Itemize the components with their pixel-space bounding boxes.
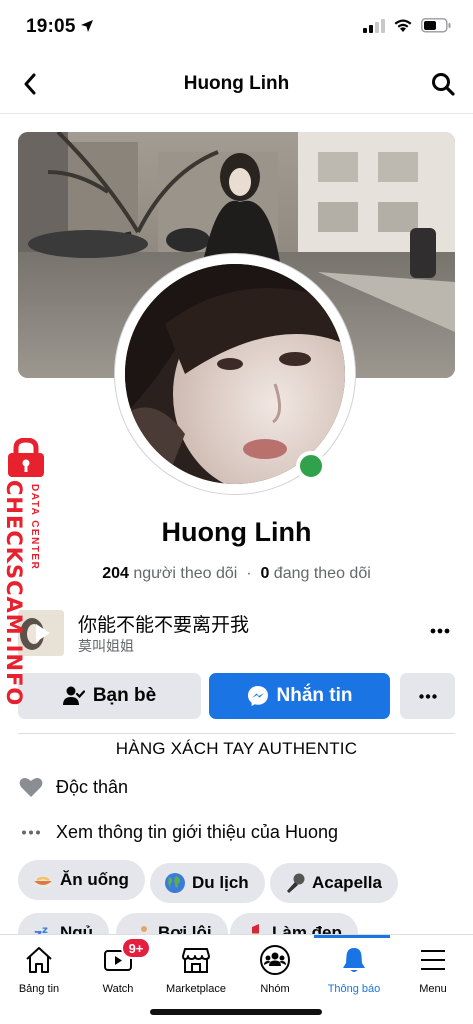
heart-icon — [18, 774, 44, 800]
home-indicator — [150, 1009, 322, 1015]
tab-notifications[interactable]: Thông báo — [315, 943, 393, 995]
more-horizontal-icon — [18, 819, 44, 845]
location-arrow-icon — [81, 20, 93, 32]
food-icon — [32, 869, 54, 891]
wifi-icon — [394, 19, 412, 32]
microphone-icon — [284, 872, 306, 894]
divider — [18, 733, 455, 734]
hobby-chip-food[interactable]: Ăn uống — [18, 860, 145, 900]
music-more-button[interactable] — [425, 616, 455, 646]
tab-groups[interactable]: Nhóm — [236, 943, 314, 995]
tab-label: Marketplace — [166, 983, 226, 995]
following-count: 0 — [260, 565, 270, 582]
active-tab-indicator — [314, 935, 390, 938]
hobby-label: Du lịch — [192, 873, 249, 892]
music-title: 你能不能不要离开我 — [78, 614, 250, 636]
tab-watch[interactable]: 9+ Watch — [79, 937, 157, 995]
hobby-label: Ăn uống — [60, 870, 129, 889]
page-title: Huong Linh — [183, 73, 290, 94]
following-label: đang theo dõi — [273, 565, 371, 582]
hobby-chip-acapella[interactable]: Acapella — [270, 863, 398, 903]
profile-music[interactable]: 你能不能不要离开我 莫叫姐姐 — [18, 606, 455, 656]
watermark-text: CHECKSCAM.INFO — [2, 480, 26, 707]
more-horizontal-icon — [430, 628, 450, 634]
lock-logo-icon — [8, 438, 44, 477]
see-about-text: Xem thông tin giới thiệu của Huong — [56, 821, 338, 842]
watch-icon: 9+ — [101, 937, 151, 977]
menu-icon — [416, 943, 450, 977]
tab-label: Bảng tin — [18, 983, 60, 995]
hobby-chip-travel[interactable]: Du lịch — [150, 863, 265, 903]
battery-icon — [421, 18, 451, 33]
relationship-status-row: Độc thân — [18, 774, 128, 800]
followers-label: người theo dõi — [133, 565, 238, 582]
watch-badge: 9+ — [121, 937, 151, 959]
followers-count: 204 — [102, 565, 129, 582]
checkscam-watermark: CHECKSCAM.INFO DATA CENTER — [0, 438, 52, 706]
more-horizontal-icon — [418, 693, 437, 699]
search-button[interactable] — [427, 68, 459, 100]
tab-label: Watch — [102, 983, 134, 995]
online-status-indicator — [296, 451, 326, 481]
music-artist: 莫叫姐姐 — [78, 639, 134, 655]
tab-label: Thông báo — [327, 983, 381, 995]
bell-icon — [337, 943, 371, 977]
profile-page: 19:05 Huong Linh Huong Linh 204 người th… — [0, 0, 473, 1024]
status-icons — [363, 18, 451, 33]
tab-menu[interactable]: Menu — [394, 943, 472, 995]
friends-button-label: Bạn bè — [92, 685, 157, 706]
tab-marketplace[interactable]: Marketplace — [157, 943, 235, 995]
tab-label: Menu — [419, 983, 447, 995]
nav-bar: Huong Linh — [0, 56, 473, 114]
groups-icon — [258, 943, 292, 977]
tab-label: Nhóm — [260, 983, 290, 995]
messenger-icon — [247, 686, 268, 706]
message-button[interactable]: Nhắn tin — [209, 673, 390, 719]
globe-icon — [164, 872, 186, 894]
watermark-subtext: DATA CENTER — [29, 484, 40, 571]
profile-name: Huong Linh — [161, 517, 312, 547]
home-icon — [22, 943, 56, 977]
see-about-row[interactable]: Xem thông tin giới thiệu của Huong — [18, 819, 338, 845]
marketplace-icon — [179, 943, 213, 977]
hobby-label: Acapella — [312, 873, 382, 892]
profile-more-button[interactable] — [400, 673, 455, 719]
profile-bio: HÀNG XÁCH TAY AUTHENTIC — [115, 739, 358, 758]
status-time: 19:05 — [26, 16, 76, 37]
friends-button[interactable]: Bạn bè — [18, 673, 201, 719]
cellular-signal-icon — [363, 18, 385, 33]
relationship-status: Độc thân — [56, 776, 129, 797]
tab-news-feed[interactable]: Bảng tin — [0, 943, 78, 995]
search-icon — [432, 73, 455, 96]
follow-stats[interactable]: 204 người theo dõi · 0 đang theo dõi — [0, 565, 473, 583]
friend-check-icon — [62, 686, 85, 705]
stats-separator: · — [241, 565, 256, 582]
status-bar: 19:05 — [0, 0, 473, 56]
message-button-label: Nhắn tin — [276, 685, 353, 706]
